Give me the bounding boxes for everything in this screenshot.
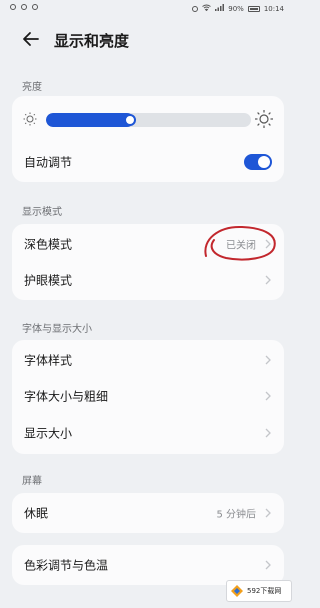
annotation-circle [204, 225, 276, 261]
brightness-track[interactable] [46, 113, 251, 127]
battery-percent: 90% [228, 4, 244, 13]
chevron-right-icon [265, 560, 271, 570]
clock: 10:14 [263, 4, 284, 13]
dark-mode-label: 深色模式 [24, 237, 73, 252]
status-bar: 90% 10:14 [0, 0, 296, 18]
section-label-brightness: 亮度 [22, 82, 42, 93]
chevron-right-icon [265, 275, 271, 285]
brightness-thumb[interactable] [124, 114, 136, 126]
font-style-row[interactable]: 字体样式 [12, 342, 284, 378]
status-icons-right: 90% 10:14 [192, 4, 284, 13]
display-size-label: 显示大小 [24, 426, 73, 441]
notification-icon [10, 4, 16, 10]
chevron-right-icon [265, 508, 271, 518]
alarm-icon [192, 5, 199, 12]
font-size-weight-label: 字体大小与粗细 [24, 389, 109, 404]
title-bar: 显示和亮度 [0, 22, 296, 58]
chevron-right-icon [265, 355, 271, 365]
sun-small-icon [23, 112, 37, 126]
back-button[interactable] [20, 28, 42, 50]
signal-icon [215, 4, 225, 13]
display-size-row[interactable]: 显示大小 [12, 415, 284, 451]
sleep-label: 休眠 [24, 506, 49, 521]
page-title: 显示和亮度 [54, 32, 130, 50]
battery-icon [247, 5, 260, 12]
color-temperature-row[interactable]: 色彩调节与色温 [12, 547, 284, 583]
eye-comfort-label: 护眼模式 [24, 273, 73, 288]
toggle-knob [258, 156, 270, 168]
color-card: 色彩调节与色温 [12, 545, 284, 585]
sun-large-icon [255, 110, 273, 128]
section-label-display-mode: 显示模式 [22, 207, 62, 218]
notification-icon [32, 4, 38, 10]
auto-adjust-row[interactable]: 自动调节 [12, 144, 284, 180]
font-size-card: 字体样式 字体大小与粗细 显示大小 [12, 340, 284, 454]
brightness-slider[interactable] [12, 108, 284, 132]
chevron-right-icon [265, 428, 271, 438]
color-temperature-label: 色彩调节与色温 [24, 558, 109, 573]
watermark-logo: 592下载网 [226, 580, 292, 602]
auto-adjust-label: 自动调节 [24, 155, 73, 170]
sleep-value: 5 分钟后 [216, 509, 256, 521]
eye-comfort-row[interactable]: 护眼模式 [12, 262, 284, 298]
section-label-font-size: 字体与显示大小 [22, 324, 92, 335]
arrow-left-icon [23, 32, 39, 46]
sleep-row[interactable]: 休眠 5 分钟后 [12, 495, 284, 531]
wifi-icon [202, 4, 212, 13]
watermark-icon [231, 585, 243, 597]
font-style-label: 字体样式 [24, 353, 73, 368]
section-label-screen: 屏幕 [22, 476, 42, 487]
watermark-text: 592下载网 [247, 587, 282, 595]
auto-adjust-toggle[interactable] [244, 154, 272, 170]
chevron-right-icon [265, 391, 271, 401]
notification-icon [21, 4, 27, 10]
screen-card: 休眠 5 分钟后 [12, 493, 284, 533]
font-size-weight-row[interactable]: 字体大小与粗细 [12, 378, 284, 414]
brightness-card: 自动调节 [12, 96, 284, 182]
brightness-fill [46, 113, 134, 127]
status-icons-left [10, 4, 38, 10]
